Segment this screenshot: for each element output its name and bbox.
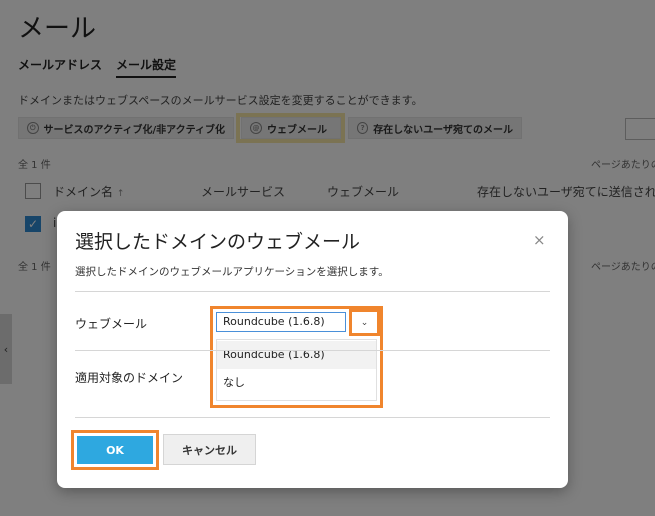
divider xyxy=(75,350,550,351)
divider xyxy=(75,417,550,418)
option-none[interactable]: なし xyxy=(217,369,376,397)
ok-button[interactable]: OK xyxy=(77,436,153,464)
webmail-dropdown-list: Roundcube (1.6.8) なし xyxy=(216,339,377,401)
webmail-select[interactable]: Roundcube (1.6.8) xyxy=(216,312,346,332)
webmail-dialog: 選択したドメインのウェブメール × 選択したドメインのウェブメールアプリケーショ… xyxy=(57,211,568,488)
webmail-select-highlight: Roundcube (1.6.8) ⌄ Roundcube (1.6.8) なし xyxy=(210,306,383,408)
domains-field-label: 適用対象のドメイン xyxy=(75,371,184,385)
close-icon[interactable]: × xyxy=(533,231,546,249)
ok-button-highlight: OK xyxy=(71,430,159,470)
option-roundcube[interactable]: Roundcube (1.6.8) xyxy=(217,341,376,369)
dialog-title: 選択したドメインのウェブメール xyxy=(75,231,361,253)
divider xyxy=(75,291,550,292)
webmail-field-label: ウェブメール xyxy=(75,317,148,331)
chevron-down-icon[interactable]: ⌄ xyxy=(349,309,380,336)
dialog-subtitle: 選択したドメインのウェブメールアプリケーションを選択します。 xyxy=(75,266,389,278)
cancel-button[interactable]: キャンセル xyxy=(163,434,256,465)
